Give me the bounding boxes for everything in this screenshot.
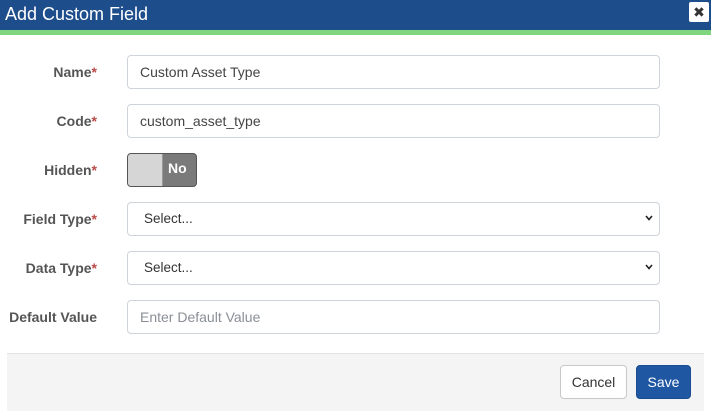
data-type-select[interactable]: Select... <box>127 251 660 285</box>
code-input[interactable]: custom_asset_type <box>127 104 660 138</box>
cancel-button[interactable]: Cancel <box>560 365 627 399</box>
dialog-header: Add Custom Field ✖ <box>0 0 711 35</box>
required-mark: * <box>91 211 97 227</box>
hidden-toggle[interactable]: No <box>127 153 197 187</box>
chevron-down-icon <box>645 264 653 270</box>
data-type-row: Data Type* Select... <box>0 251 711 285</box>
close-icon: ✖ <box>693 3 705 20</box>
field-type-label: Field Type* <box>23 211 97 227</box>
data-type-label: Data Type* <box>25 260 97 276</box>
hidden-row: Hidden* No <box>0 153 711 187</box>
name-row: Name* Custom Asset Type <box>0 55 711 89</box>
default-value-row: Default Value Enter Default Value <box>0 300 711 334</box>
required-mark: * <box>91 113 97 129</box>
default-value-label: Default Value <box>9 309 97 325</box>
required-mark: * <box>91 64 97 80</box>
data-type-selected: Select... <box>144 260 193 275</box>
close-button[interactable]: ✖ <box>689 2 709 22</box>
dialog-title: Add Custom Field <box>5 4 149 24</box>
required-mark: * <box>91 162 97 178</box>
field-type-row: Field Type* Select... <box>0 202 711 236</box>
name-input[interactable]: Custom Asset Type <box>127 55 660 89</box>
name-label: Name* <box>53 64 97 80</box>
default-value-input[interactable]: Enter Default Value <box>127 300 660 334</box>
dialog-footer: Cancel Save <box>7 353 704 411</box>
code-row: Code* custom_asset_type <box>0 104 711 138</box>
save-button[interactable]: Save <box>636 365 691 399</box>
hidden-label: Hidden* <box>44 162 97 178</box>
required-mark: * <box>91 260 97 276</box>
field-type-select[interactable]: Select... <box>127 202 660 236</box>
toggle-knob <box>128 154 163 186</box>
field-type-selected: Select... <box>144 211 193 226</box>
toggle-state-text: No <box>168 160 187 176</box>
code-label: Code* <box>56 113 97 129</box>
chevron-down-icon <box>645 215 653 221</box>
